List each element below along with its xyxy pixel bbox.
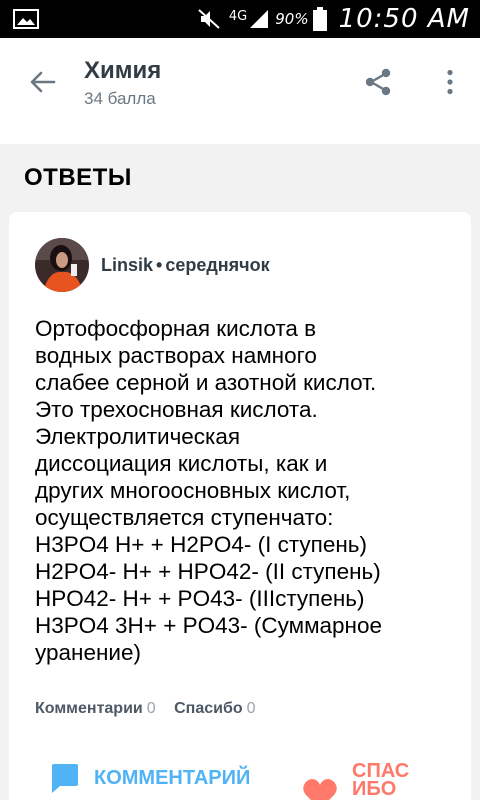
thanks-label: Спасибо bbox=[174, 700, 243, 717]
comments-count: 0 bbox=[146, 700, 156, 717]
comment-button-label: КОММЕНТАРИЙ bbox=[94, 766, 251, 789]
answer-line: Это трехосновная кислота. bbox=[35, 397, 318, 422]
answer-card: Linsik • середнячок Ортофосфорная кислота … bbox=[9, 212, 471, 800]
subject-title: Химия bbox=[84, 57, 162, 84]
comment-icon bbox=[52, 764, 78, 793]
answer-line: водных растворах намного bbox=[35, 343, 317, 368]
answer-line: других многоосновных кислот, bbox=[35, 478, 351, 503]
thanks-count: 0 bbox=[246, 700, 256, 717]
avatar[interactable] bbox=[35, 238, 89, 292]
answer-line: Ортофосфорная кислота в bbox=[35, 316, 317, 341]
comments-label: Комментарии bbox=[35, 700, 143, 717]
thanks-link[interactable]: Спасибо 0 bbox=[174, 700, 255, 718]
thanks-button[interactable]: СПАСИБО bbox=[302, 760, 422, 800]
clock: 10:50 AM bbox=[338, 4, 470, 34]
signal-icon bbox=[250, 10, 269, 28]
answers-section-title: ОТВЕТЫ bbox=[24, 164, 132, 191]
back-button[interactable] bbox=[22, 62, 62, 102]
thanks-button-label: СПАСИБО bbox=[352, 760, 410, 800]
share-button[interactable] bbox=[358, 62, 398, 102]
comments-link[interactable]: Комментарии 0 bbox=[35, 700, 156, 718]
battery-icon bbox=[312, 7, 327, 31]
author-line: Linsik • середнячок bbox=[101, 255, 270, 276]
gallery-icon bbox=[13, 9, 39, 29]
action-bar: КОММЕНТАРИЙ СПАСИБО bbox=[0, 748, 480, 800]
more-button[interactable] bbox=[432, 62, 468, 102]
answer-line: Электролитическая bbox=[35, 424, 241, 449]
answer-line: H2PO4- H+ + HPO42- (II ступень) bbox=[35, 559, 381, 584]
network-type: 4G bbox=[228, 8, 248, 24]
status-bar: 4G 90% 10:50 AM bbox=[0, 0, 480, 38]
answer-line: H3PO4 H+ + H2PO4- (I ступень) bbox=[35, 532, 367, 557]
avatar-image bbox=[35, 238, 89, 292]
heart-icon bbox=[303, 779, 337, 800]
answer-line: осуществляется ступенчато: bbox=[35, 505, 334, 530]
author-rank: середнячок bbox=[165, 255, 270, 275]
answer-line: HPO42- H+ + PO43- (IIIступень) bbox=[35, 586, 365, 611]
comment-button[interactable]: КОММЕНТАРИЙ bbox=[48, 762, 250, 794]
mute-icon bbox=[198, 9, 220, 29]
share-icon bbox=[365, 68, 391, 96]
author-separator: • bbox=[156, 255, 163, 275]
answer-line: диссоциация кислоты, как и bbox=[35, 451, 328, 476]
answer-line: уранение) bbox=[35, 640, 141, 665]
subject-points: 34 балла bbox=[84, 89, 156, 108]
more-vertical-icon bbox=[447, 69, 453, 95]
battery-percent: 90% bbox=[275, 10, 309, 28]
author-name[interactable]: Linsik bbox=[101, 255, 153, 275]
app-header: Химия 34 балла bbox=[0, 38, 480, 144]
answer-meta: Комментарии 0 Спасибо 0 bbox=[35, 700, 270, 718]
back-arrow-icon bbox=[30, 71, 56, 93]
answer-line: H3PO4 3H+ + PO43- (Суммарное bbox=[35, 613, 383, 638]
answer-line: слабее серной и азотной кислот. bbox=[35, 370, 377, 395]
answer-text: Ортофосфорная кислота в водных растворах… bbox=[35, 315, 459, 666]
